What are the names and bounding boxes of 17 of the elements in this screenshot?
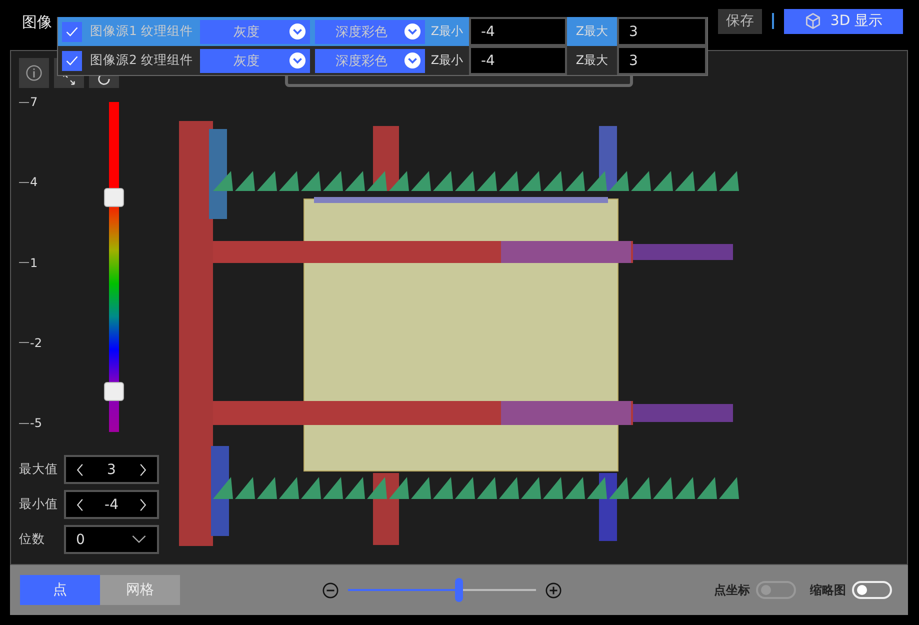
scale-tick-label: -5 — [19, 416, 42, 430]
control-label: 最小值 — [19, 496, 59, 513]
z-max-label: Z最大 — [574, 23, 610, 40]
toggle-label: 缩略图 — [810, 582, 846, 598]
toggle-label: 点坐标 — [714, 582, 750, 598]
z-min-label: Z最小 — [430, 52, 464, 69]
scale-tick-label: -2 — [19, 336, 42, 350]
scale-tick-label: 7 — [19, 95, 42, 109]
scale-tick-label: 4 — [19, 175, 42, 190]
z-min-label: Z最小 — [430, 23, 464, 40]
source-label: 图像源1 纹理组件 — [90, 23, 194, 40]
scale-tick-label: 1 — [19, 256, 42, 270]
control-label: 位数 — [19, 531, 46, 548]
source-label: 图像源2 纹理组件 — [90, 52, 194, 69]
control-label: 最大值 — [19, 461, 59, 478]
z-max-label: Z最大 — [574, 52, 610, 69]
image-title: 图像 — [22, 12, 52, 32]
